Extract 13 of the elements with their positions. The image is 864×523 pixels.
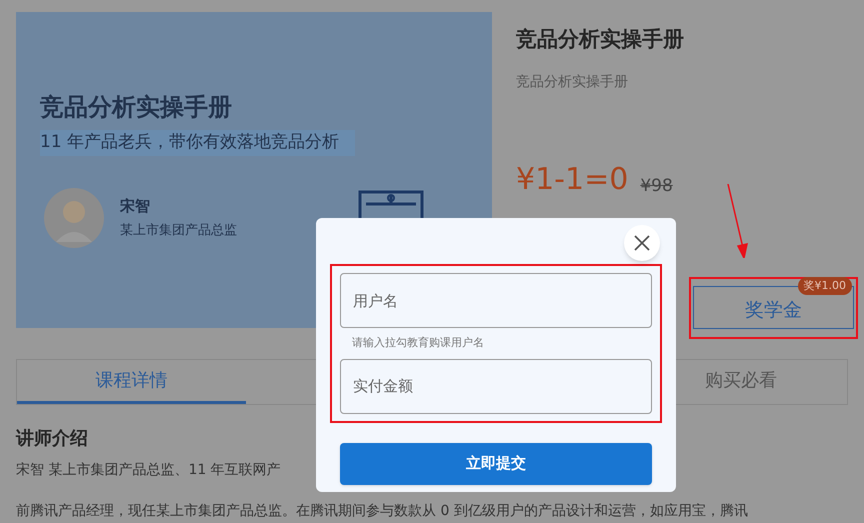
paragraph: 前腾讯产品经理，现任某上市集团产品总监。在腾讯期间参与数款从 0 到亿级用户的产品设计和运营，如应用宝，腾讯	[16, 502, 748, 520]
banner-subtitle: 11 年产品老兵，带你有效落地竞品分析	[40, 130, 356, 156]
section-heading: 讲师介绍	[16, 426, 89, 450]
field-hint: 请输入拉勾教育购课用户名	[351, 335, 485, 351]
teacher-title: 某上市集团产品总监	[120, 222, 237, 240]
paragraph: 宋智 某上市集团产品总监、11 年互联网产	[16, 460, 281, 480]
banner-title: 竞品分析实操手册	[40, 92, 233, 122]
price: ¥1-1=0	[516, 164, 628, 194]
course-title: 竞品分析实操手册	[516, 26, 685, 53]
course-subtitle: 竞品分析实操手册	[516, 72, 629, 92]
original-price: ¥98	[640, 178, 673, 194]
teacher-name: 宋智	[120, 196, 151, 216]
reward-badge: 奖¥1.00	[798, 276, 852, 294]
